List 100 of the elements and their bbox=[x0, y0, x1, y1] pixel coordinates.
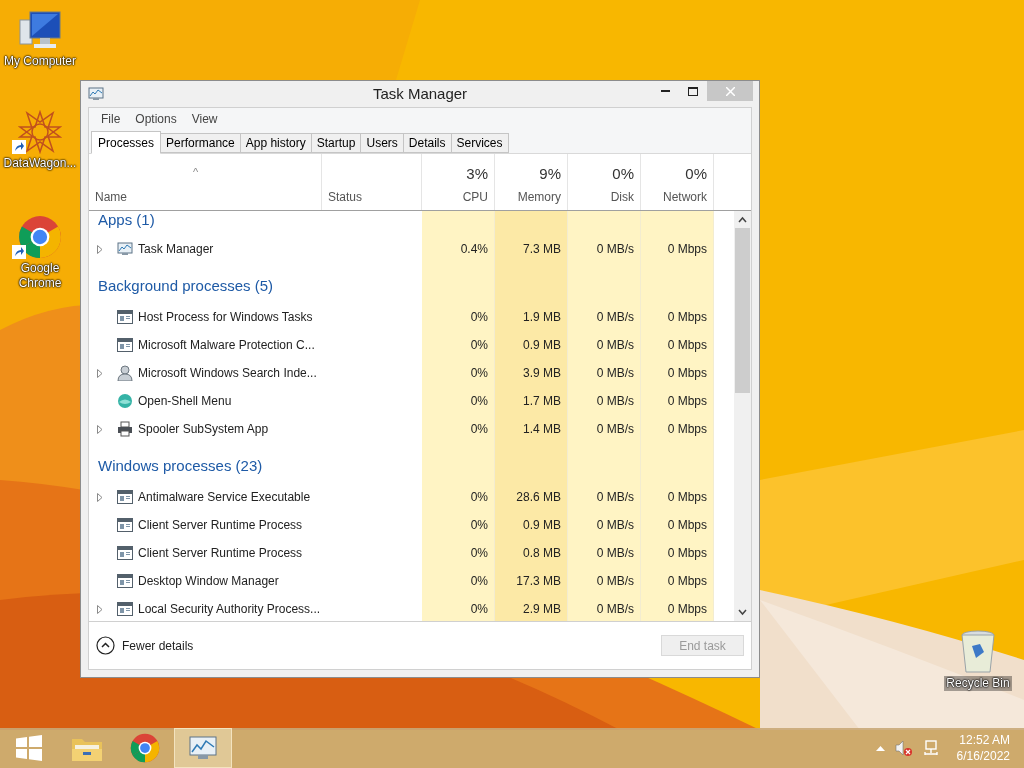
window-icon bbox=[116, 310, 133, 324]
column-header[interactable]: Name bbox=[95, 188, 321, 206]
usage-value: 0.9 MB bbox=[523, 517, 561, 534]
column-header[interactable]: CPU bbox=[462, 188, 488, 206]
usage-value: 7.3 MB bbox=[523, 241, 561, 258]
expand-arrow-icon[interactable] bbox=[97, 424, 103, 434]
usage-value: 0 MB/s bbox=[596, 241, 634, 258]
shell-icon bbox=[116, 393, 133, 409]
column-percent: 9% bbox=[539, 163, 561, 184]
chevron-up-icon[interactable] bbox=[875, 745, 885, 751]
column-header[interactable]: Network bbox=[663, 188, 707, 206]
usage-value: 0% bbox=[470, 309, 488, 326]
process-name: Open-Shell Menu bbox=[138, 393, 232, 410]
process-name: Microsoft Windows Search Inde... bbox=[138, 365, 317, 382]
usage-value: 1.7 MB bbox=[523, 393, 561, 410]
expand-arrow-icon[interactable] bbox=[97, 492, 103, 502]
usage-value: 0.4% bbox=[460, 241, 488, 258]
usage-value: 0 Mbps bbox=[667, 309, 707, 326]
usage-value: 1.9 MB bbox=[523, 309, 561, 326]
scroll-thumb[interactable] bbox=[735, 228, 750, 393]
monitor-chart-icon bbox=[116, 241, 133, 257]
usage-value: 0 Mbps bbox=[667, 573, 707, 590]
fewer-details-button[interactable]: Fewer details bbox=[96, 636, 194, 655]
person-icon bbox=[116, 365, 133, 381]
process-name: Host Process for Windows Tasks bbox=[138, 309, 313, 326]
window-icon bbox=[116, 546, 133, 560]
window-icon bbox=[116, 490, 133, 504]
usage-value: 0% bbox=[470, 365, 488, 382]
process-name: Local Security Authority Process... bbox=[138, 601, 321, 618]
windows-logo-icon bbox=[16, 735, 42, 761]
column-header[interactable]: Status bbox=[328, 188, 421, 206]
usage-value: 0 Mbps bbox=[667, 393, 707, 410]
tab[interactable]: Startup bbox=[310, 133, 362, 153]
usage-value: 0% bbox=[470, 517, 488, 534]
window-title: Task Manager bbox=[372, 83, 468, 104]
usage-value: 0% bbox=[470, 545, 488, 562]
monitor-chart-icon bbox=[188, 735, 218, 761]
usage-value: 0 MB/s bbox=[596, 545, 634, 562]
expand-arrow-icon[interactable] bbox=[97, 368, 103, 378]
usage-value: 0 MB/s bbox=[596, 393, 634, 410]
close-icon bbox=[725, 86, 735, 96]
usage-value: 0% bbox=[470, 393, 488, 410]
collapse-icon bbox=[96, 636, 115, 655]
usage-value: 0 MB/s bbox=[596, 337, 634, 354]
usage-value: 0% bbox=[470, 601, 488, 618]
printer-icon bbox=[116, 421, 133, 437]
tab[interactable]: Services bbox=[450, 133, 509, 153]
usage-value: 0 MB/s bbox=[596, 489, 634, 506]
tab[interactable]: Details bbox=[402, 133, 452, 153]
usage-value: 0% bbox=[470, 573, 488, 590]
usage-value: 17.3 MB bbox=[516, 573, 561, 590]
process-name: Desktop Window Manager bbox=[138, 573, 279, 590]
scrollbar[interactable] bbox=[734, 211, 751, 621]
expand-arrow-icon[interactable] bbox=[97, 244, 103, 254]
tab[interactable]: App history bbox=[239, 133, 312, 153]
process-name: Client Server Runtime Process bbox=[138, 517, 303, 534]
menu-item[interactable]: File bbox=[94, 110, 128, 128]
usage-value: 0 MB/s bbox=[596, 517, 634, 534]
expand-arrow-icon[interactable] bbox=[97, 604, 103, 614]
group-header[interactable]: Windows processes (23) bbox=[98, 454, 263, 477]
chrome-icon bbox=[130, 733, 160, 763]
chrome-icon bbox=[18, 215, 62, 259]
star-pattern-icon bbox=[18, 110, 62, 154]
column-percent: 0% bbox=[612, 163, 634, 184]
group-header[interactable]: Background processes (5) bbox=[98, 274, 274, 297]
usage-value: 0.9 MB bbox=[523, 337, 561, 354]
taskbar-button[interactable] bbox=[174, 728, 232, 768]
process-name: Client Server Runtime Process bbox=[138, 545, 303, 562]
usage-value: 0 MB/s bbox=[596, 421, 634, 438]
window-icon bbox=[116, 338, 133, 352]
usage-value: 1.4 MB bbox=[523, 421, 561, 438]
tab[interactable]: Performance bbox=[160, 133, 241, 153]
monitor-chart-icon bbox=[88, 86, 104, 102]
sort-arrow: ^ bbox=[193, 165, 199, 180]
usage-value: 2.9 MB bbox=[523, 601, 561, 618]
group-header[interactable]: Apps (1) bbox=[98, 211, 155, 231]
usage-value: 0 MB/s bbox=[596, 365, 634, 382]
window-icon bbox=[116, 574, 133, 588]
usage-value: 28.6 MB bbox=[516, 489, 561, 506]
menu-item[interactable]: View bbox=[184, 110, 225, 128]
usage-value: 0 Mbps bbox=[667, 601, 707, 618]
usage-value: 0 Mbps bbox=[667, 241, 707, 258]
usage-value: 0 MB/s bbox=[596, 309, 634, 326]
speaker-muted-icon[interactable] bbox=[894, 740, 913, 756]
network-icon[interactable] bbox=[922, 740, 939, 756]
tab[interactable]: Processes bbox=[91, 131, 162, 154]
usage-value: 3.9 MB bbox=[523, 365, 561, 382]
process-name: Antimalware Service Executable bbox=[138, 489, 311, 506]
usage-value: 0 Mbps bbox=[667, 545, 707, 562]
column-header[interactable]: Memory bbox=[517, 188, 561, 206]
usage-value: 0 MB/s bbox=[596, 601, 634, 618]
menu-item[interactable]: Options bbox=[128, 110, 184, 128]
window-icon bbox=[116, 518, 133, 532]
usage-value: 0% bbox=[470, 337, 488, 354]
tab[interactable]: Users bbox=[360, 133, 404, 153]
usage-value: 0 Mbps bbox=[667, 489, 707, 506]
maximize-icon bbox=[688, 86, 698, 96]
column-header[interactable]: Disk bbox=[610, 188, 634, 206]
usage-value: 0 Mbps bbox=[667, 365, 707, 382]
usage-value: 0.8 MB bbox=[523, 545, 561, 562]
